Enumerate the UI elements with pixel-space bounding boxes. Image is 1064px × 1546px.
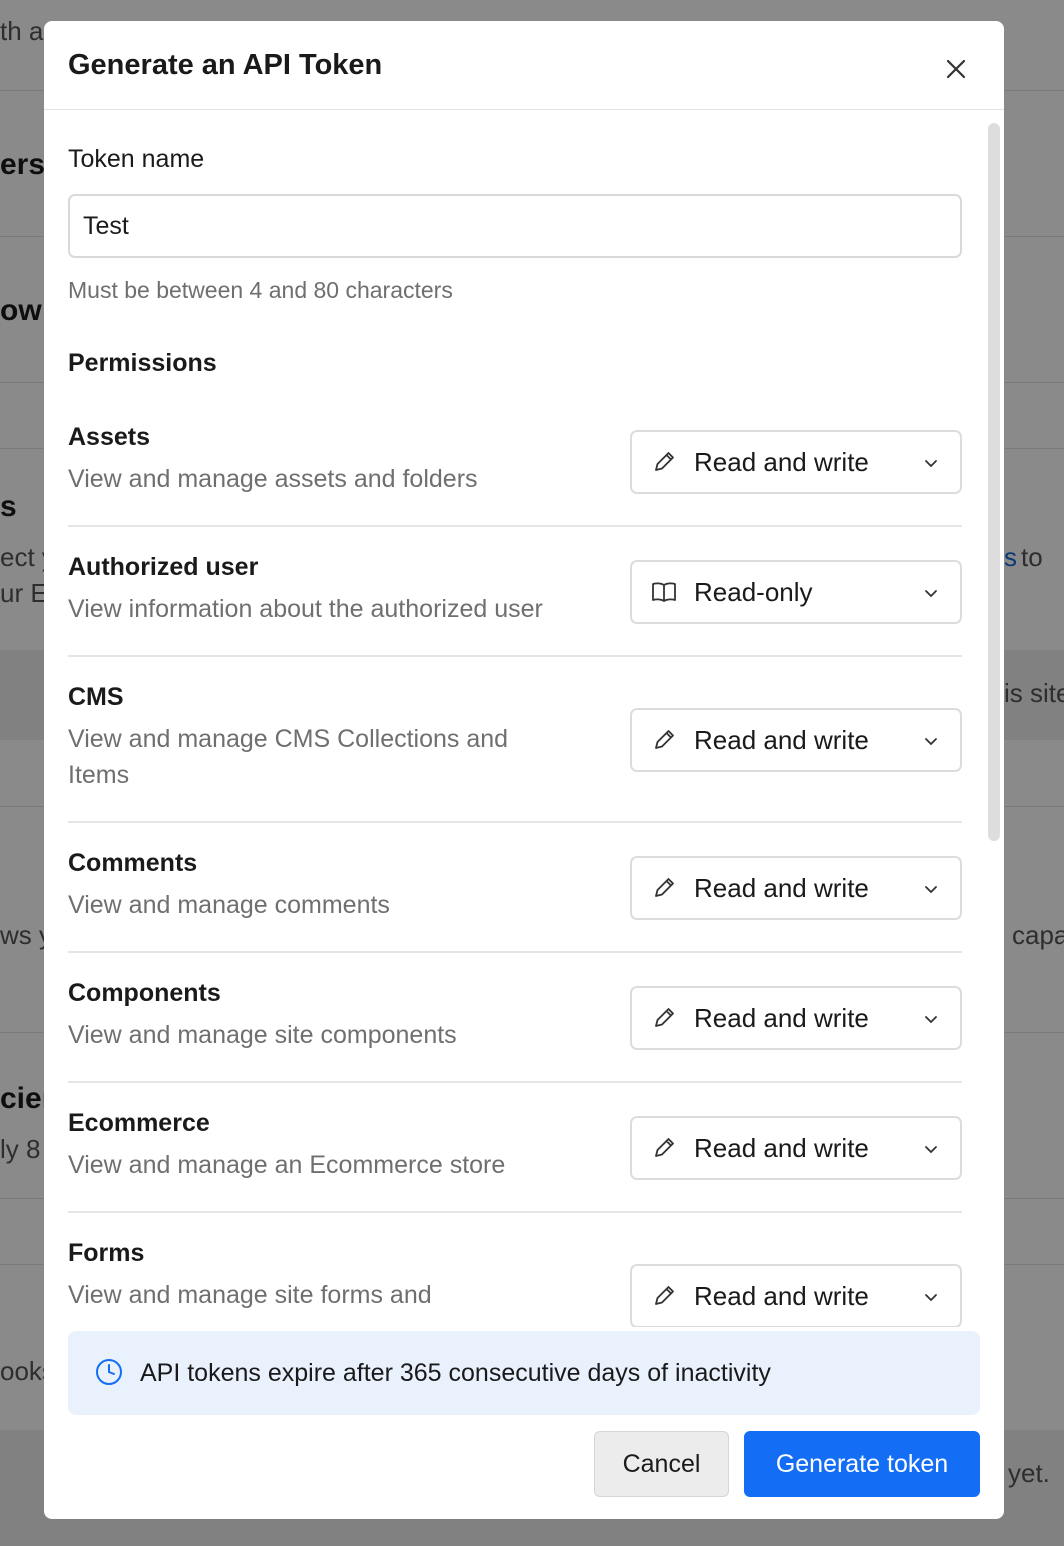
permission-select-cms[interactable]: Read and write	[630, 708, 962, 772]
permission-name: Forms	[68, 1239, 145, 1267]
permission-row-authorized-user: Authorized user View information about t…	[68, 527, 962, 657]
permission-name: CMS	[68, 683, 124, 711]
close-button[interactable]	[940, 53, 972, 85]
permission-access-label: Read and write	[694, 1003, 869, 1033]
chevron-down-icon	[925, 460, 937, 468]
permission-select-components[interactable]: Read and write	[630, 986, 962, 1050]
permission-name: Ecommerce	[68, 1109, 210, 1137]
permission-row-cms: CMS View and manage CMS Collections and …	[68, 657, 962, 823]
chevron-down-icon	[925, 1016, 937, 1024]
permission-access-label: Read and write	[694, 447, 869, 477]
book-icon	[652, 582, 676, 602]
permission-row-components: Components View and manage site componen…	[68, 953, 962, 1083]
permission-access-label: Read-only	[694, 577, 813, 607]
chevron-down-icon	[925, 738, 937, 746]
pencil-icon	[655, 730, 674, 749]
pencil-icon	[655, 1286, 674, 1305]
chevron-down-icon	[925, 590, 937, 598]
permission-description: View and manage comments	[68, 891, 390, 919]
permission-description: View and manage site components	[68, 1021, 457, 1049]
permission-access-label: Read and write	[694, 725, 869, 755]
pencil-icon	[655, 1008, 674, 1027]
token-name-label: Token name	[68, 145, 205, 173]
permission-name: Authorized user	[68, 553, 259, 581]
permission-access-label: Read and write	[694, 1281, 869, 1311]
pencil-icon	[655, 1138, 674, 1157]
permission-description: View and manage an Ecommerce store	[68, 1151, 506, 1179]
expiry-info-banner: API tokens expire after 365 consecutive …	[68, 1331, 980, 1415]
permission-description: View and manage site forms and	[68, 1281, 432, 1309]
permission-description: View information about the authorized us…	[68, 595, 543, 623]
permission-name: Assets	[68, 423, 150, 451]
api-token-dialog: Generate an API Token Token name Must be…	[44, 21, 1004, 1519]
pencil-icon	[655, 452, 674, 471]
token-name-hint: Must be between 4 and 80 characters	[68, 277, 453, 303]
cancel-button[interactable]: Cancel	[594, 1431, 729, 1497]
permission-select-assets[interactable]: Read and write	[630, 430, 962, 494]
dialog-title: Generate an API Token	[68, 49, 383, 81]
permission-name: Components	[68, 979, 221, 1007]
dialog-header: Generate an API Token	[44, 21, 1004, 110]
permission-row-ecommerce: Ecommerce View and manage an Ecommerce s…	[68, 1083, 962, 1213]
expiry-info-text: API tokens expire after 365 consecutive …	[140, 1359, 771, 1387]
permission-access-label: Read and write	[694, 873, 869, 903]
dialog-scrollbar[interactable]	[988, 123, 1000, 841]
permission-row-forms: Forms View and manage site forms and Rea…	[68, 1213, 962, 1327]
permissions-heading: Permissions	[68, 349, 217, 377]
permission-select-forms[interactable]: Read and write	[630, 1264, 962, 1327]
permission-description: View and manage assets and folders	[68, 465, 478, 493]
chevron-down-icon	[925, 886, 937, 894]
permission-access-label: Read and write	[694, 1133, 869, 1163]
chevron-down-icon	[925, 1146, 937, 1154]
chevron-down-icon	[925, 1294, 937, 1302]
dialog-body[interactable]: Token name Must be between 4 and 80 char…	[44, 111, 1004, 1327]
permission-name: Comments	[68, 849, 198, 877]
permission-select-comments[interactable]: Read and write	[630, 856, 962, 920]
clock-icon	[96, 1359, 122, 1385]
permission-description: View and manage CMS Collections and Item…	[68, 725, 509, 789]
close-icon	[946, 59, 966, 79]
permission-row-comments: Comments View and manage comments Read a…	[68, 823, 962, 953]
pencil-icon	[655, 878, 674, 897]
permission-select-authorized-user[interactable]: Read-only	[630, 560, 962, 624]
permission-row-assets: Assets View and manage assets and folder…	[68, 407, 962, 527]
token-name-input[interactable]	[68, 194, 962, 258]
generate-token-button[interactable]: Generate token	[744, 1431, 980, 1497]
permission-select-ecommerce[interactable]: Read and write	[630, 1116, 962, 1180]
